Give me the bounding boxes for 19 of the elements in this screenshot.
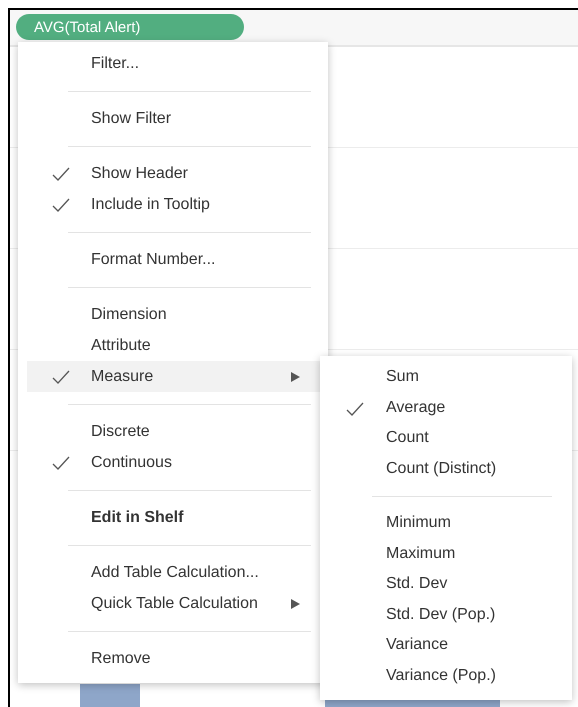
menu-item[interactable]: Variance (Pop.) [320,660,572,691]
menu-item[interactable]: Show Filter [27,103,328,134]
menu-item[interactable]: Count [320,423,572,454]
menu-item[interactable]: Std. Dev (Pop.) [320,600,572,630]
submenu-arrow-icon [291,372,300,382]
menu-item[interactable]: Filter... [27,48,328,79]
menu-item[interactable]: Dimension [27,299,328,330]
menu-item[interactable]: Average [320,392,572,423]
menu-item[interactable]: Count (Distinct) [320,454,572,484]
submenu-arrow-icon [291,599,300,609]
menu-item[interactable]: Include in Tooltip [27,189,328,220]
menu-item[interactable]: Std. Dev [320,569,572,600]
menu-item[interactable]: Format Number... [27,244,328,275]
menu-item[interactable]: Variance [320,630,572,660]
menu-item[interactable]: Attribute [27,330,328,361]
chart-bar [80,684,140,707]
menu-item[interactable]: Maximum [320,538,572,569]
menu-item[interactable]: Minimum [320,508,572,538]
menu-item[interactable]: Show Header [27,158,328,189]
